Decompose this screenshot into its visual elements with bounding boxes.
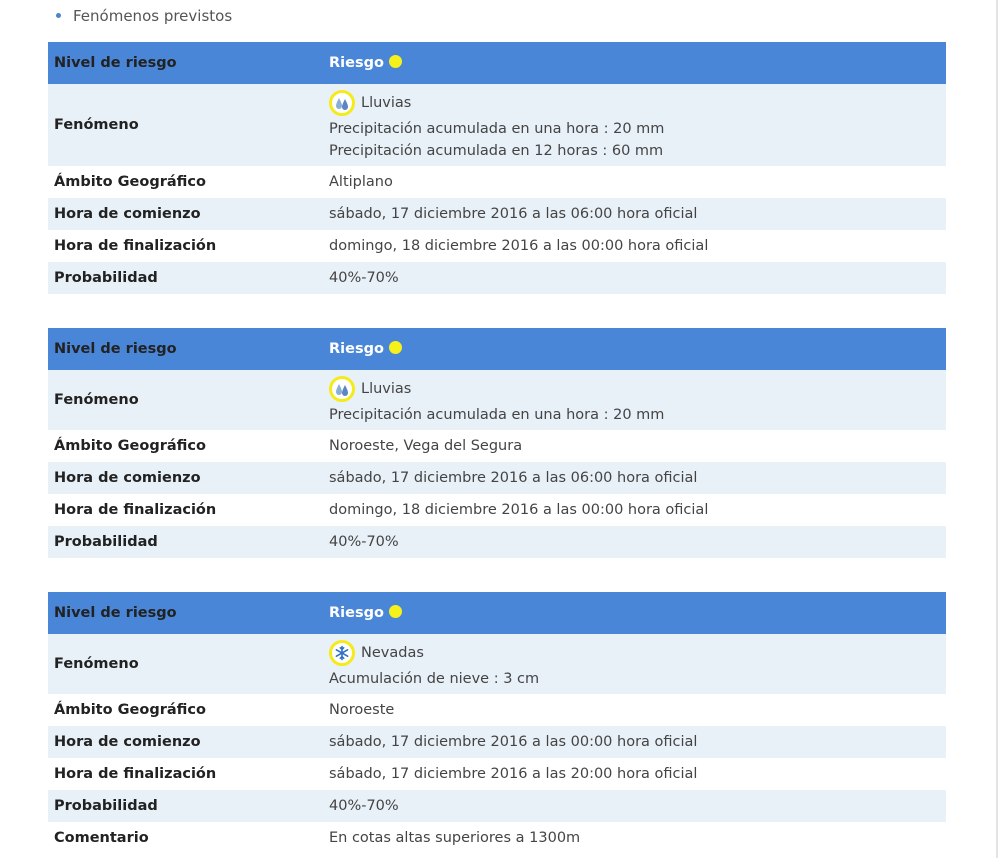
phenomenon-label: Fenómeno <box>48 370 317 430</box>
risk-level-label: Nivel de riesgo <box>48 592 317 634</box>
start-time-value: sábado, 17 diciembre 2016 a las 06:00 ho… <box>317 198 946 230</box>
end-time-value: sábado, 17 diciembre 2016 a las 20:00 ho… <box>317 758 946 790</box>
comment-label: Comentario <box>48 822 317 854</box>
end-time-value: domingo, 18 diciembre 2016 a las 00:00 h… <box>317 494 946 526</box>
phenomenon-label: Fenómeno <box>48 634 317 694</box>
area-value: Altiplano <box>317 166 946 198</box>
table-header-row: Nivel de riesgo Riesgo <box>48 592 946 634</box>
table-row: Probabilidad 40%-70% <box>48 262 946 294</box>
rain-drops-icon <box>329 90 355 116</box>
warning-table-2: Nivel de riesgo Riesgo Fenómeno Lluvias … <box>48 328 946 558</box>
end-time-label: Hora de finalización <box>48 758 317 790</box>
phenomenon-detail: Precipitación acumulada en una hora : 20… <box>329 407 665 423</box>
section-heading: Fenómenos previstos <box>56 7 232 25</box>
phenomenon-value: Lluvias Precipitación acumulada en una h… <box>317 370 946 430</box>
area-label: Ámbito Geográfico <box>48 166 317 198</box>
probability-value: 40%-70% <box>317 262 946 294</box>
risk-text: Riesgo <box>329 341 384 357</box>
probability-value: 40%-70% <box>317 526 946 558</box>
phenomenon-name: Lluvias <box>361 381 412 397</box>
snowflake-icon <box>329 640 355 666</box>
phenomenon-row: Fenómeno Lluvias Precipitación acumulada… <box>48 84 946 166</box>
table-row: Hora de finalización domingo, 18 diciemb… <box>48 230 946 262</box>
probability-label: Probabilidad <box>48 790 317 822</box>
phenomenon-label: Fenómeno <box>48 84 317 166</box>
warning-table-3: Nivel de riesgo Riesgo Fenómeno Nevadas … <box>48 592 946 854</box>
risk-level-label: Nivel de riesgo <box>48 328 317 370</box>
end-time-value: domingo, 18 diciembre 2016 a las 00:00 h… <box>317 230 946 262</box>
phenomenon-row: Fenómeno Nevadas Acumulación de nieve : … <box>48 634 946 694</box>
area-value: Noroeste, Vega del Segura <box>317 430 946 462</box>
table-row: Hora de finalización sábado, 17 diciembr… <box>48 758 946 790</box>
comment-value: En cotas altas superiores a 1300m <box>317 822 946 854</box>
phenomenon-value: Nevadas Acumulación de nieve : 3 cm <box>317 634 946 694</box>
rain-drops-icon <box>329 376 355 402</box>
area-value: Noroeste <box>317 694 946 726</box>
phenomenon-name: Nevadas <box>361 645 424 661</box>
table-row: Hora de finalización domingo, 18 diciemb… <box>48 494 946 526</box>
table-row: Ámbito Geográfico Noroeste <box>48 694 946 726</box>
end-time-label: Hora de finalización <box>48 230 317 262</box>
risk-level-value: Riesgo <box>317 328 946 370</box>
phenomenon-name: Lluvias <box>361 95 412 111</box>
start-time-value: sábado, 17 diciembre 2016 a las 00:00 ho… <box>317 726 946 758</box>
end-time-label: Hora de finalización <box>48 494 317 526</box>
table-row: Hora de comienzo sábado, 17 diciembre 20… <box>48 726 946 758</box>
table-row: Comentario En cotas altas superiores a 1… <box>48 822 946 854</box>
section-title-text: Fenómenos previstos <box>73 7 233 25</box>
risk-level-value: Riesgo <box>317 42 946 84</box>
warning-table-1: Nivel de riesgo Riesgo Fenómeno Lluvias … <box>48 42 946 294</box>
risk-level-value: Riesgo <box>317 592 946 634</box>
bullet-icon <box>56 12 61 18</box>
start-time-label: Hora de comienzo <box>48 726 317 758</box>
phenomenon-value: Lluvias Precipitación acumulada en una h… <box>317 84 946 166</box>
yellow-risk-dot-icon <box>388 341 402 354</box>
risk-text: Riesgo <box>329 55 384 71</box>
start-time-value: sábado, 17 diciembre 2016 a las 06:00 ho… <box>317 462 946 494</box>
phenomenon-detail: Acumulación de nieve : 3 cm <box>329 671 540 687</box>
start-time-label: Hora de comienzo <box>48 462 317 494</box>
table-row: Probabilidad 40%-70% <box>48 790 946 822</box>
risk-text: Riesgo <box>329 605 384 621</box>
table-row: Hora de comienzo sábado, 17 diciembre 20… <box>48 462 946 494</box>
phenomenon-row: Fenómeno Lluvias Precipitación acumulada… <box>48 370 946 430</box>
phenomenon-detail: Precipitación acumulada en 12 horas : 60… <box>329 143 664 159</box>
table-header-row: Nivel de riesgo Riesgo <box>48 42 946 84</box>
yellow-risk-dot-icon <box>388 55 402 68</box>
table-row: Hora de comienzo sábado, 17 diciembre 20… <box>48 198 946 230</box>
risk-level-label: Nivel de riesgo <box>48 42 317 84</box>
phenomenon-detail: Precipitación acumulada en una hora : 20… <box>329 121 665 137</box>
table-row: Ámbito Geográfico Noroeste, Vega del Seg… <box>48 430 946 462</box>
yellow-risk-dot-icon <box>388 605 402 618</box>
probability-value: 40%-70% <box>317 790 946 822</box>
start-time-label: Hora de comienzo <box>48 198 317 230</box>
table-row: Ámbito Geográfico Altiplano <box>48 166 946 198</box>
table-header-row: Nivel de riesgo Riesgo <box>48 328 946 370</box>
area-label: Ámbito Geográfico <box>48 694 317 726</box>
table-row: Probabilidad 40%-70% <box>48 526 946 558</box>
probability-label: Probabilidad <box>48 526 317 558</box>
area-label: Ámbito Geográfico <box>48 430 317 462</box>
probability-label: Probabilidad <box>48 262 317 294</box>
